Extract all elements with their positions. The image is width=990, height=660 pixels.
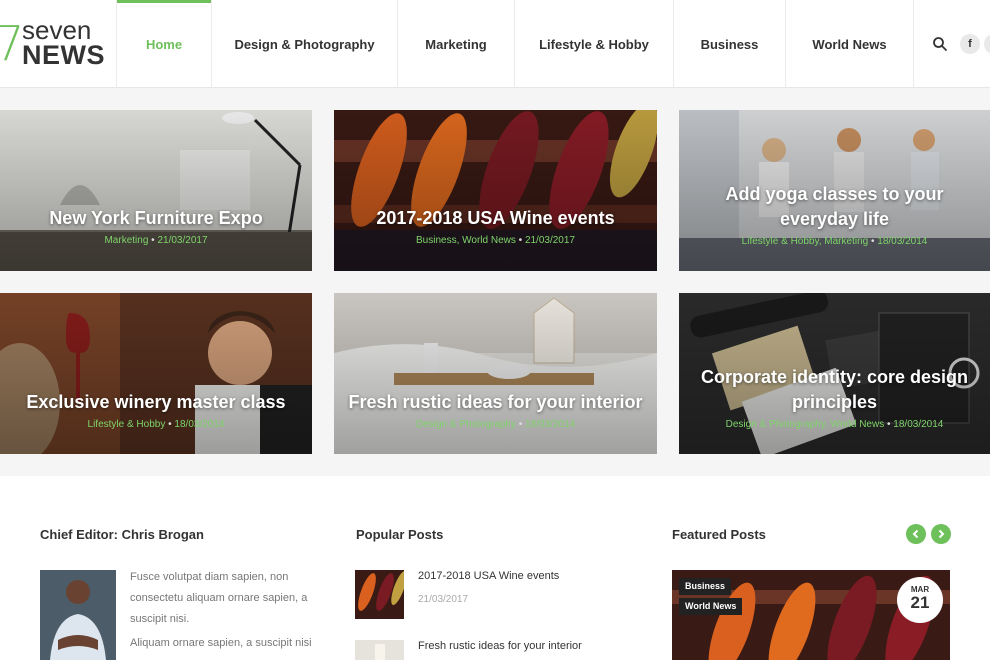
editor-bio: Fusce volutpat diam sapien, non consecte…: [130, 571, 308, 625]
popular-thumb-image: [355, 570, 404, 619]
logo-text-news: NEWS: [22, 40, 105, 70]
popular-post-title[interactable]: 2017-2018 USA Wine events: [418, 570, 559, 582]
facebook-icon[interactable]: f: [960, 34, 980, 54]
tile-content: 2017-2018 USA Wine events Business, Worl…: [334, 206, 657, 246]
tile-content: New York Furniture Expo Marketing • 21/0…: [0, 206, 312, 246]
popular-post-title[interactable]: Fresh rustic ideas for your interior: [418, 640, 582, 652]
featured-heading: Featured Posts: [672, 527, 766, 542]
tile-categories[interactable]: Lifestyle & Hobby: [88, 419, 166, 430]
post-tile[interactable]: 2017-2018 USA Wine events Business, Worl…: [334, 110, 657, 271]
nav-divider: [913, 0, 914, 88]
tile-content: Corporate identity: core design principl…: [679, 365, 990, 430]
tile-overlay: [334, 110, 657, 271]
prev-arrow-button[interactable]: [906, 524, 926, 544]
nav-item-home[interactable]: Home: [116, 0, 211, 88]
tile-title[interactable]: 2017-2018 USA Wine events: [334, 206, 657, 231]
tile-meta: Design & Photography • 18/03/2014: [415, 419, 576, 430]
nav-label: Home: [145, 36, 183, 52]
tile-content: Exclusive winery master class Lifestyle …: [0, 390, 312, 430]
site-header: 7 seven NEWS Home Design & Photography M…: [0, 0, 990, 88]
post-tile[interactable]: Exclusive winery master class Lifestyle …: [0, 293, 312, 454]
nav-label: Business: [700, 36, 759, 52]
category-badge[interactable]: Business: [679, 578, 732, 595]
date-badge: MAR 21: [897, 577, 943, 623]
date-day: 21: [910, 593, 930, 612]
nav-label: World News: [812, 36, 887, 52]
tile-content: Add yoga classes to your everyday life L…: [679, 182, 990, 247]
tile-title[interactable]: Add yoga classes to your everyday life: [679, 182, 990, 232]
chevron-right-icon: [938, 529, 945, 539]
tile-categories[interactable]: Marketing: [104, 235, 148, 246]
post-tile[interactable]: Fresh rustic ideas for your interior Des…: [334, 293, 657, 454]
tile-categories[interactable]: Lifestyle & Hobby, Marketing: [742, 236, 869, 247]
tile-meta: Lifestyle & Hobby • 18/03/2014: [87, 419, 225, 430]
popular-thumb[interactable]: [355, 640, 404, 660]
tile-date: 18/03/2014: [877, 236, 928, 247]
search-icon[interactable]: [932, 36, 948, 52]
post-tile[interactable]: New York Furniture Expo Marketing • 21/0…: [0, 110, 312, 271]
tile-date: 21/03/2017: [524, 235, 575, 246]
nav-item-world-news[interactable]: World News: [785, 0, 913, 88]
editor-bio-more: Aliquam ornare sapien, a suscipit nisi: [130, 637, 312, 649]
nav-label: Lifestyle & Hobby: [539, 36, 649, 52]
post-tile[interactable]: Corporate identity: core design principl…: [679, 293, 990, 454]
tile-date: 18/03/2014: [893, 419, 944, 430]
tile-meta: Business, World News • 21/03/2017: [416, 235, 575, 246]
popular-thumb-image: [355, 640, 404, 660]
logo-mark: 7: [0, 16, 25, 72]
tile-date: 21/03/2017: [157, 235, 208, 246]
tile-overlay: [0, 110, 312, 271]
facebook-glyph: f: [968, 38, 972, 50]
nav-label: Marketing: [425, 36, 487, 52]
tile-meta: Design & Photography, World News • 18/03…: [725, 419, 944, 430]
tile-meta: Marketing • 21/03/2017: [104, 235, 208, 246]
editor-avatar: [40, 570, 116, 660]
nav-item-marketing[interactable]: Marketing: [397, 0, 514, 88]
nav-item-design-photography[interactable]: Design & Photography: [211, 0, 397, 88]
next-arrow-button[interactable]: [931, 524, 951, 544]
editor-heading: Chief Editor: Chris Brogan: [40, 527, 204, 542]
main-nav: Home Design & Photography Marketing Life…: [116, 0, 913, 88]
social-icon[interactable]: [984, 34, 990, 54]
post-tile[interactable]: Add yoga classes to your everyday life L…: [679, 110, 990, 271]
editor-portrait: [40, 570, 116, 660]
popular-post-date: 21/03/2017: [418, 594, 469, 605]
popular-heading: Popular Posts: [356, 527, 444, 542]
tile-meta: Lifestyle & Hobby, Marketing • 18/03/201…: [741, 236, 928, 247]
category-badge[interactable]: World News: [679, 598, 743, 615]
popular-thumb[interactable]: [355, 570, 404, 619]
tile-date: 18/03/2014: [525, 419, 576, 430]
chevron-left-icon: [912, 529, 919, 539]
tile-title[interactable]: New York Furniture Expo: [0, 206, 312, 231]
tile-content: Fresh rustic ideas for your interior Des…: [334, 390, 657, 430]
nav-label: Design & Photography: [234, 36, 375, 52]
nav-item-business[interactable]: Business: [673, 0, 785, 88]
site-logo[interactable]: 7 seven NEWS: [0, 14, 116, 74]
tile-categories[interactable]: Design & Photography: [416, 419, 516, 430]
nav-item-lifestyle-hobby[interactable]: Lifestyle & Hobby: [514, 0, 673, 88]
tile-title[interactable]: Corporate identity: core design principl…: [679, 365, 990, 415]
tile-date: 18/03/2014: [174, 419, 225, 430]
tile-title[interactable]: Fresh rustic ideas for your interior: [334, 390, 657, 415]
tile-categories[interactable]: Business, World News: [416, 235, 516, 246]
tile-categories[interactable]: Design & Photography, World News: [726, 419, 885, 430]
tile-title[interactable]: Exclusive winery master class: [0, 390, 312, 415]
